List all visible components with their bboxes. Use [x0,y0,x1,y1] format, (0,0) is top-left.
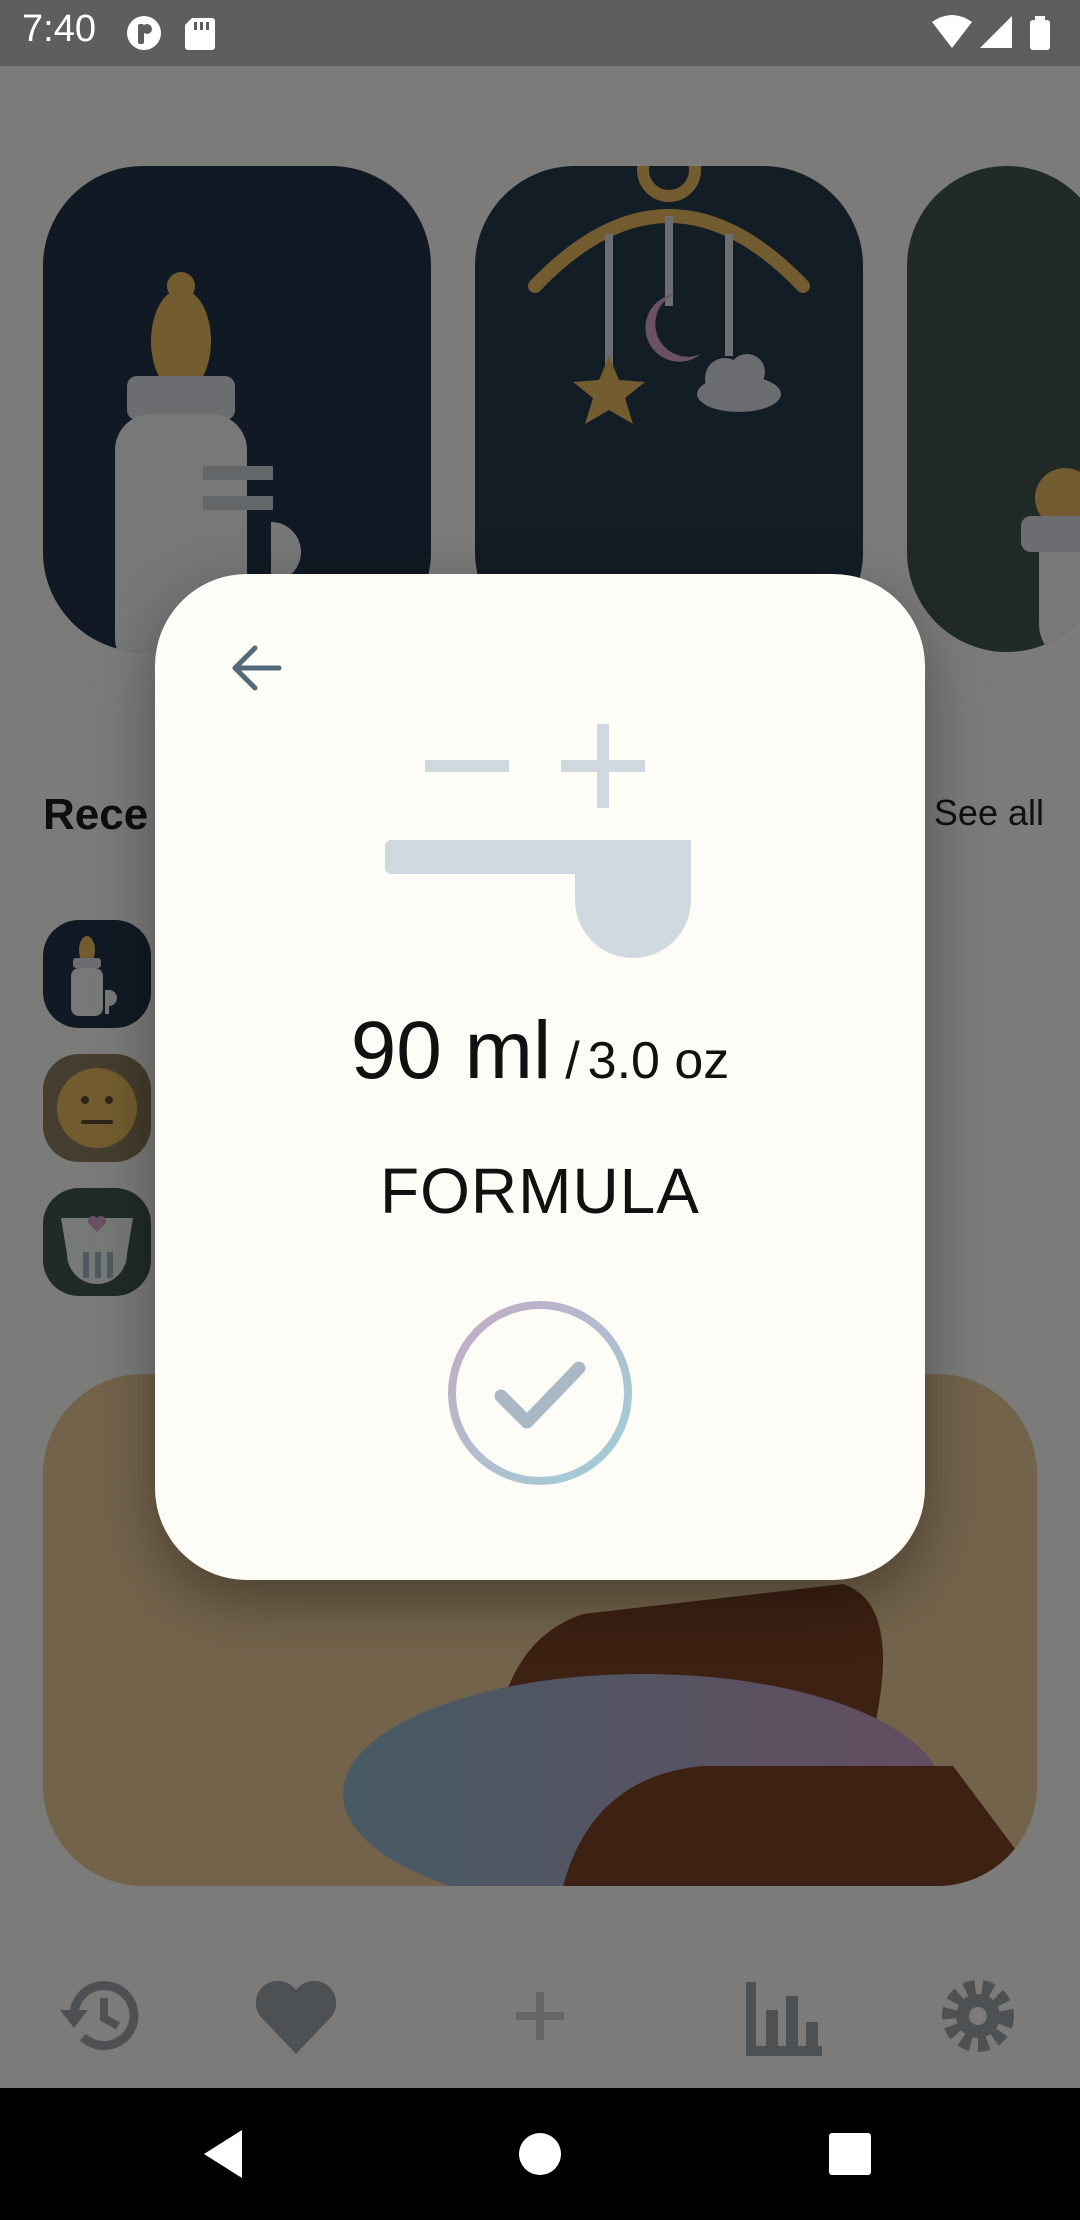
square-recents-icon [829,2133,871,2175]
status-right-icons [930,14,1060,57]
system-back-button[interactable] [196,2124,256,2184]
scoop-icon [385,840,691,958]
amount-ml: 90 ml [350,1005,552,1096]
feed-type-label: FORMULA [380,1155,700,1227]
amount-display: 90 ml/3.0 oz [155,1004,925,1098]
back-arrow-icon [232,645,282,691]
wifi-icon [932,15,972,48]
feed-summary-dialog: 90 ml/3.0 oz FORMULA [155,574,925,1580]
status-left-icons [126,14,236,57]
check-icon [448,1301,632,1485]
confirm-button[interactable] [445,1298,635,1488]
app-notification-icon [127,16,161,50]
formula-scoop-illustration [385,724,695,964]
triangle-back-icon [204,2130,242,2178]
battery-icon [1030,16,1050,50]
status-time: 7:40 [22,8,96,50]
sd-card-icon [185,18,215,50]
circle-home-icon [519,2133,561,2175]
system-navigation-bar [0,2088,1080,2220]
system-recents-button[interactable] [820,2124,880,2184]
plus-icon [561,724,645,808]
back-button[interactable] [225,636,289,700]
amount-separator: / [565,1032,580,1090]
signal-icon [980,16,1012,48]
system-home-button[interactable] [510,2124,570,2184]
status-bar: 7:40 [0,0,1080,66]
amount-oz: 3.0 oz [587,1032,730,1090]
minus-icon [425,760,509,772]
